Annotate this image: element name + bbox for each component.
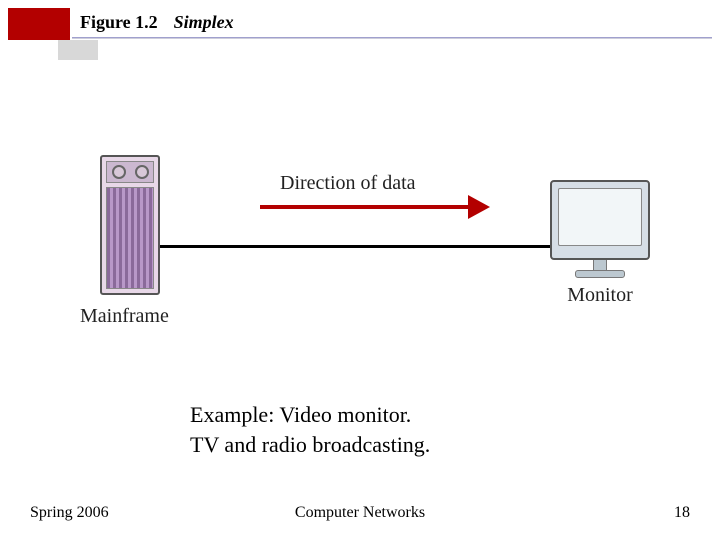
simplex-diagram: Mainframe Direction of data Monitor xyxy=(90,150,650,350)
arrow-label: Direction of data xyxy=(280,172,416,195)
mainframe-label: Mainframe xyxy=(80,305,169,328)
decor-underline xyxy=(72,37,712,39)
figure-name: Simplex xyxy=(174,12,234,33)
mainframe-icon: Mainframe xyxy=(100,155,160,295)
figure-label: Figure 1.2 xyxy=(80,12,158,33)
example-line-2: TV and radio broadcasting. xyxy=(190,430,430,460)
decor-red-block xyxy=(8,8,70,40)
slide-footer: Spring 2006 Computer Networks 18 xyxy=(0,504,720,522)
title-group: Figure 1.2 Simplex xyxy=(80,12,234,33)
connection-line xyxy=(160,245,550,248)
footer-center: Computer Networks xyxy=(295,504,425,522)
example-line-1: Example: Video monitor. xyxy=(190,400,430,430)
example-text: Example: Video monitor. TV and radio bro… xyxy=(190,400,430,459)
footer-right: 18 xyxy=(674,504,690,522)
monitor-icon: Monitor xyxy=(550,180,650,307)
arrow-head-icon xyxy=(468,195,490,219)
arrow-line xyxy=(260,205,470,209)
decor-shadow xyxy=(58,40,98,60)
slide-header: Figure 1.2 Simplex xyxy=(0,0,720,60)
monitor-label: Monitor xyxy=(550,284,650,307)
footer-left: Spring 2006 xyxy=(30,504,109,522)
